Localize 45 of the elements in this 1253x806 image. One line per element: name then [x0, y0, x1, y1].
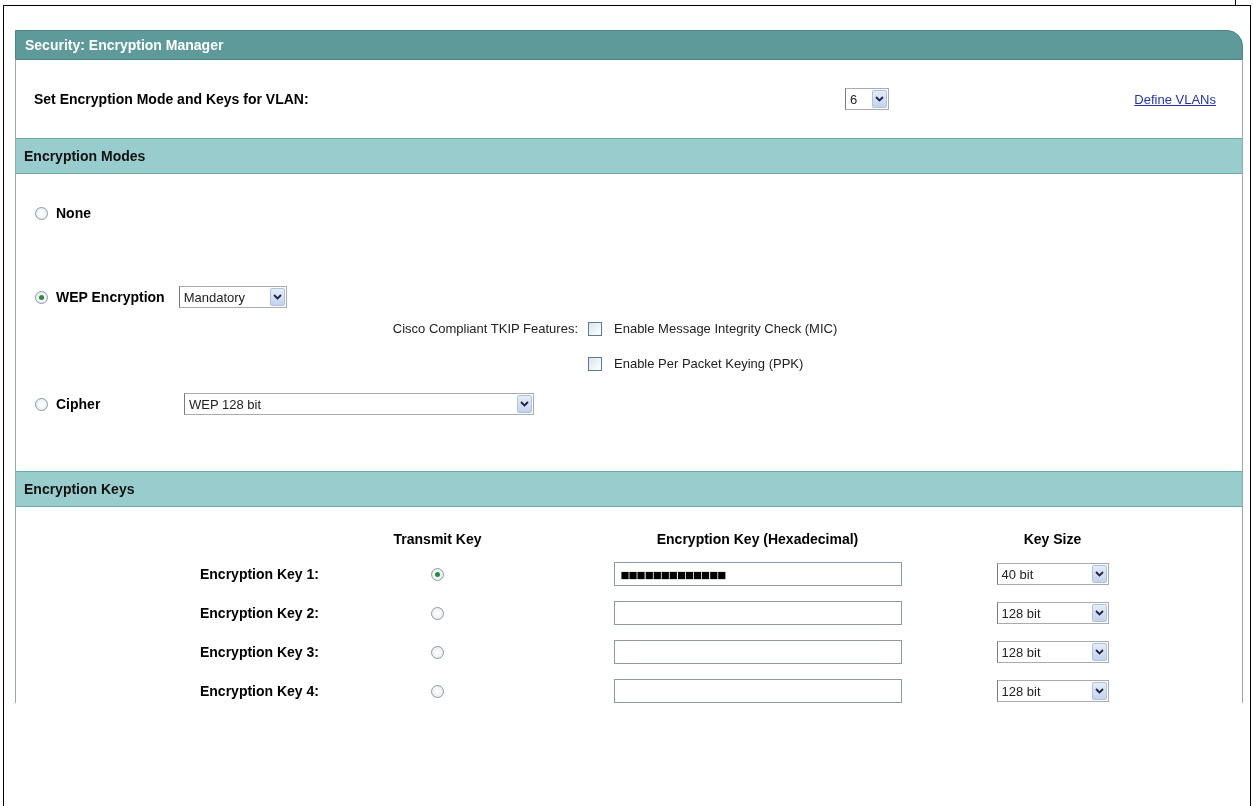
column-header: Transmit Key: [392, 531, 483, 547]
radio-button[interactable]: [35, 397, 48, 411]
mode-label: None: [56, 205, 91, 221]
key-input-field[interactable]: [613, 601, 902, 625]
select-value: 128 bit: [1000, 644, 1042, 660]
key-label: Encryption Key 3:: [198, 644, 319, 660]
cipher-select[interactable]: WEP 128 bit: [184, 393, 534, 415]
select-value: 40 bit: [1000, 566, 1035, 582]
panel-title: Security: Encryption Manager: [15, 30, 1243, 60]
key-input-field[interactable]: [613, 679, 902, 703]
option-label: Enable Per Packet Keying (PPK): [614, 356, 804, 371]
option-label: Enable Message Integrity Check (MIC): [614, 321, 838, 336]
key-label: Encryption Key 1:: [198, 566, 319, 582]
vlan-label: Set Encryption Mode and Keys for VLAN:: [34, 91, 310, 107]
wep-select[interactable]: Mandatory: [178, 286, 287, 308]
key-size-select[interactable]: 128 bit: [996, 641, 1109, 663]
select-value: 128 bit: [1000, 683, 1042, 699]
key-label: Encryption Key 4:: [198, 683, 319, 699]
column-header: Encryption Key (Hexadecimal): [655, 531, 860, 547]
select-value: 128 bit: [1000, 605, 1042, 621]
checkbox[interactable]: [588, 356, 602, 371]
select-value: WEP 128 bit: [188, 396, 263, 412]
define-vlans-link[interactable]: Define VLANs: [1134, 91, 1216, 107]
radio-button[interactable]: [431, 645, 444, 659]
radio-button[interactable]: [431, 684, 444, 698]
section-header: Encryption Keys: [16, 471, 1242, 507]
vlan-select[interactable]: 6: [845, 88, 889, 110]
checkbox[interactable]: [588, 321, 602, 336]
mode-label: Cipher: [56, 396, 102, 412]
tkip-label: Cisco Compliant TKIP Features:: [391, 321, 579, 336]
key-size-select[interactable]: 128 bit: [996, 680, 1109, 702]
key-size-select[interactable]: 128 bit: [996, 602, 1109, 624]
key-input-field[interactable]: [613, 640, 902, 664]
radio-button[interactable]: [35, 206, 48, 220]
column-header: Key Size: [1022, 531, 1083, 547]
radio-button[interactable]: [431, 606, 444, 620]
radio-button[interactable]: [35, 290, 48, 304]
key-size-select[interactable]: 40 bit: [996, 563, 1109, 585]
select-value: 6: [849, 91, 859, 107]
mode-label: WEP Encryption: [56, 289, 165, 305]
key-label: Encryption Key 2:: [198, 605, 319, 621]
radio-button[interactable]: [431, 567, 444, 581]
select-value: Mandatory: [182, 289, 247, 305]
section-header: Encryption Modes: [16, 138, 1242, 174]
key-input-field[interactable]: ■■■■■■■■■■■■■: [613, 562, 902, 586]
